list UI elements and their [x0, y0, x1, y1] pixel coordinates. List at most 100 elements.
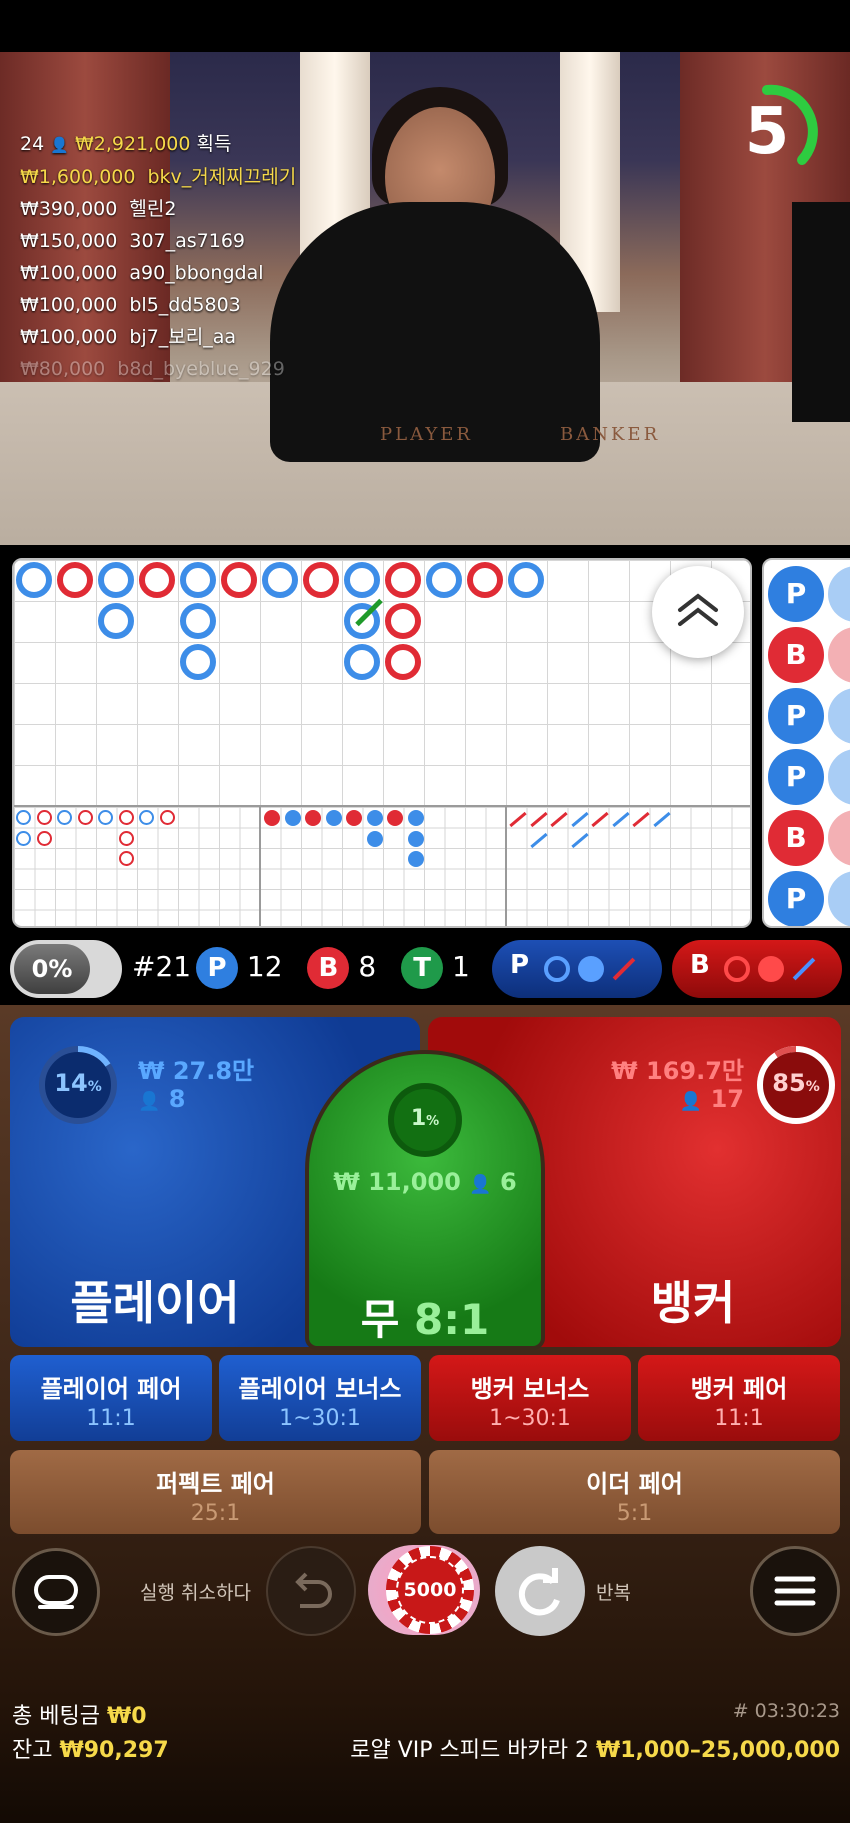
divider [505, 807, 507, 926]
chat-icon [34, 1575, 78, 1609]
banker-bonus-bet[interactable]: 뱅커 보너스 1~30:1 [429, 1355, 631, 1441]
progress-value: 0% [14, 944, 90, 994]
tie-bet-spot[interactable]: 1% ₩ 11,000 👤 6 무 8:1 [305, 1050, 545, 1350]
player-count: 12 [246, 950, 283, 983]
dot-icon [578, 956, 604, 982]
player-mark [508, 562, 544, 598]
side-bet-label: 플레이어 보너스 [238, 1375, 402, 1403]
chat-button[interactable] [12, 1548, 100, 1636]
small-road-mark [118, 830, 134, 846]
faded-result [828, 810, 850, 866]
banker-mark [221, 562, 257, 598]
player-mark [98, 603, 134, 639]
side-bet-label: 뱅커 페어 [690, 1375, 788, 1403]
winner-name: 307_as7169 [129, 230, 246, 252]
winner-name: bkv_거제찌끄레기 [147, 166, 297, 188]
small-road-mark [16, 810, 31, 825]
winner-amount: ₩390,000 [20, 198, 118, 220]
winner-amount: ₩80,000 [20, 358, 106, 380]
chip-stack[interactable]: 5000 [368, 1545, 480, 1635]
player-mark [180, 603, 216, 639]
perfect-pair-bet[interactable]: 퍼펙트 페어 25:1 [10, 1450, 421, 1534]
banker-prediction-button[interactable]: B [672, 940, 842, 998]
small-road-mark [77, 810, 93, 825]
tie-bet-amount: ₩ 11,000 👤 6 [333, 1168, 517, 1196]
banker-mark [385, 603, 421, 639]
banker-result-badge: B [768, 810, 824, 866]
divider [259, 807, 261, 926]
menu-button[interactable] [750, 1546, 840, 1636]
player-mark [426, 562, 462, 598]
player-badge: P [196, 947, 238, 989]
banker-percent: 85% [772, 1069, 820, 1097]
bead-dot-mark [325, 810, 342, 826]
banker-pair-bet[interactable]: 뱅커 페어 11:1 [638, 1355, 840, 1441]
player-mark [16, 562, 52, 598]
player-user-count: 👤 8 [138, 1085, 186, 1113]
player-result-badge: P [768, 749, 824, 805]
user-icon: 👤 [138, 1091, 161, 1112]
expand-roadmap-button[interactable] [652, 566, 744, 658]
winner-row: ₩150,000 307_as7169 [20, 225, 296, 257]
side-bet-odds: 1~30:1 [279, 1406, 361, 1431]
winner-row: ₩80,000 b8d_byeblue_929 [20, 353, 296, 385]
undo-icon [295, 1572, 332, 1608]
banker-user-count: 👤 17 [679, 1085, 744, 1113]
player-bonus-bet[interactable]: 플레이어 보너스 1~30:1 [219, 1355, 421, 1441]
small-road-mark [118, 851, 134, 866]
winner-row: ₩100,000 a90_bbongdal [20, 257, 296, 289]
perfect-pair-odds: 25:1 [190, 1501, 241, 1526]
user-icon: 👤 [679, 1091, 703, 1112]
dealer [270, 202, 600, 462]
balance: 잔고 ₩90,297 [12, 1732, 169, 1764]
small-road-grid [14, 807, 750, 926]
undo-label: 실행 취소하다 [140, 1582, 251, 1604]
bead-dot-mark [264, 810, 280, 826]
tie-percent: 1% [410, 1106, 440, 1131]
chip: 5000 [386, 1546, 474, 1634]
either-pair-bet[interactable]: 이더 페어 5:1 [429, 1450, 840, 1534]
bead-dot-mark [387, 810, 403, 826]
ring-icon [544, 956, 570, 982]
banker-mark [139, 562, 175, 598]
small-road-mark [16, 830, 31, 846]
bead-dot-mark [407, 851, 424, 867]
player-mark [180, 562, 216, 598]
small-road-mark [57, 810, 72, 825]
repeat-icon [518, 1568, 560, 1616]
slash-icon [792, 957, 816, 981]
bead-dot-mark [366, 830, 383, 847]
total-bet-value: ₩0 [106, 1704, 147, 1729]
player-mark [344, 562, 380, 598]
player-pair-bet[interactable]: 플레이어 페어 11:1 [10, 1355, 212, 1441]
winner-amount: ₩100,000 [20, 326, 118, 348]
winner-amount: ₩150,000 [20, 230, 118, 252]
progress-toggle[interactable]: 0% [10, 940, 122, 998]
ring-icon [724, 956, 750, 982]
win-label: 획득 [196, 133, 232, 155]
repeat-button[interactable] [495, 1546, 585, 1636]
banker-mark [57, 562, 93, 598]
round-number: #21 [132, 950, 192, 983]
repeat-label: 반복 [596, 1582, 631, 1604]
faded-result [828, 566, 850, 622]
player-percent: 14% [54, 1069, 102, 1097]
round-id: # 03:30:23 [732, 1700, 840, 1722]
player-prediction-button[interactable]: P [492, 940, 662, 998]
bead-road[interactable]: PBPPBP [762, 558, 850, 928]
small-road-mark [139, 810, 154, 825]
small-road-mark [36, 810, 52, 825]
bet-limits: ₩1,000–25,000,000 [595, 1738, 840, 1763]
chip-value: 5000 [396, 1556, 464, 1624]
banker-mark [303, 562, 339, 598]
faded-result [828, 627, 850, 683]
faded-result [828, 871, 850, 926]
slash-icon [612, 957, 636, 981]
winner-row: ₩100,000 bj7_보리_aa [20, 321, 296, 353]
tie-odds: 8:1 [414, 1295, 490, 1344]
either-pair-odds: 5:1 [616, 1501, 653, 1526]
side-bet-odds: 11:1 [86, 1406, 136, 1431]
roadmap-board[interactable] [12, 558, 752, 928]
player-mark [262, 562, 298, 598]
undo-button[interactable] [266, 1546, 356, 1636]
